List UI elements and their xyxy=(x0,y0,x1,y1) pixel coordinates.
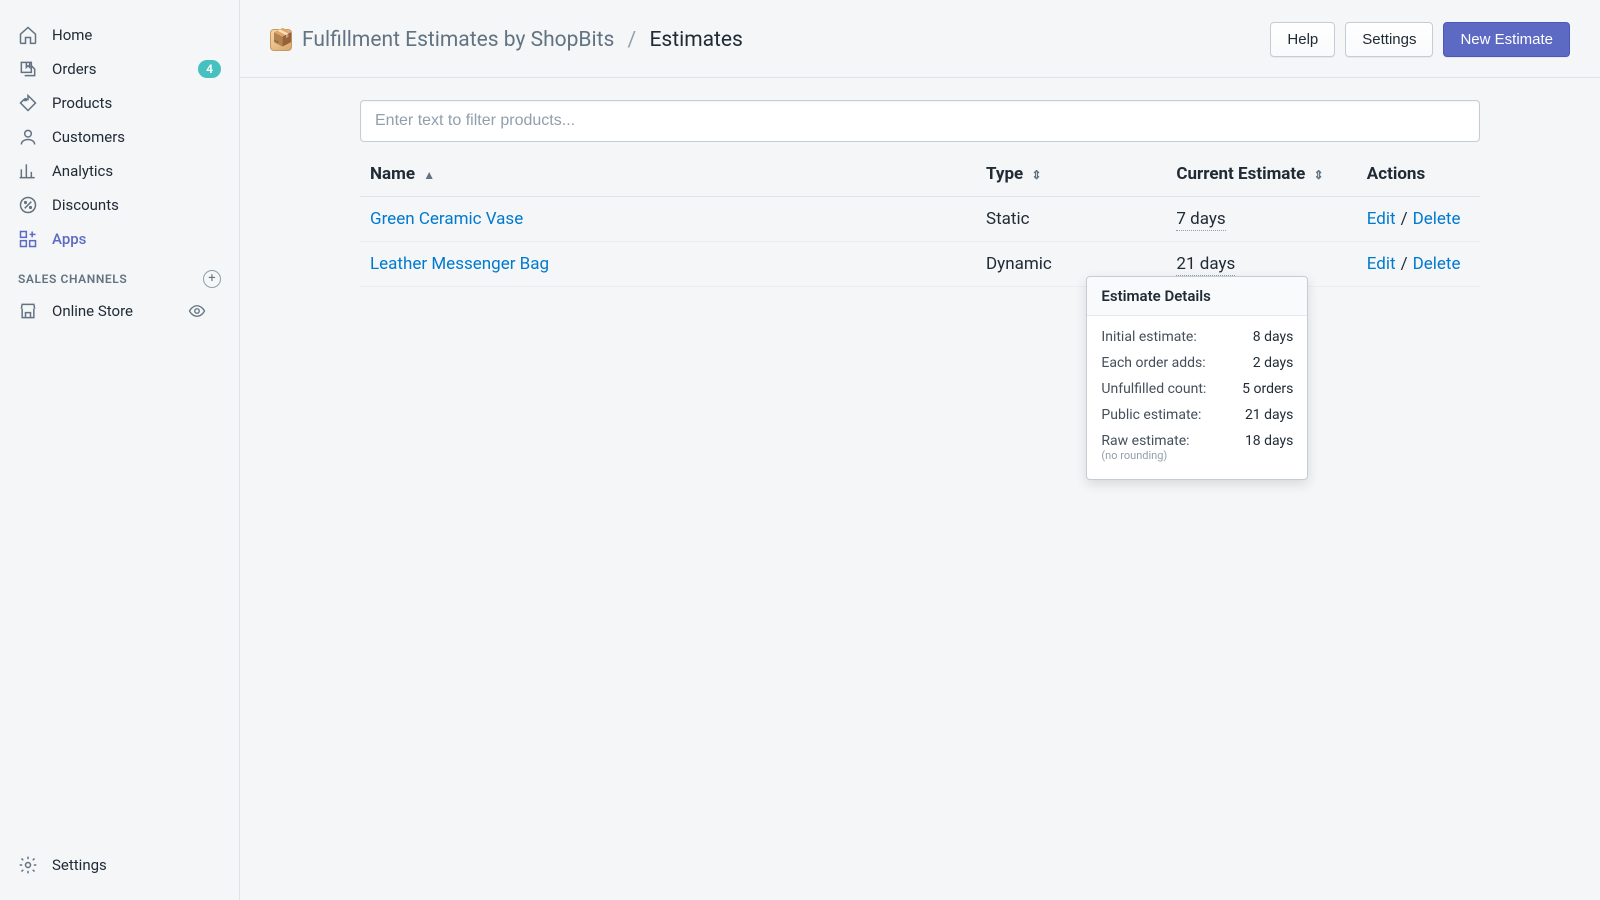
tag-icon xyxy=(18,93,38,113)
filter-input[interactable] xyxy=(360,100,1480,142)
topbar: Fulfillment Estimates by ShopBits / Esti… xyxy=(240,0,1600,78)
discount-icon xyxy=(18,195,38,215)
sort-icon: ⇕ xyxy=(1031,168,1041,182)
sidebar-item-label: Discounts xyxy=(52,196,119,214)
main: Fulfillment Estimates by ShopBits / Esti… xyxy=(240,0,1600,900)
orders-icon xyxy=(18,59,38,79)
table-row: Green Ceramic Vase Static 7 days Edit/De… xyxy=(360,197,1480,242)
edit-link[interactable]: Edit xyxy=(1367,254,1396,274)
estimate-value[interactable]: 7 days xyxy=(1176,209,1225,231)
sidebar-item-settings[interactable]: Settings xyxy=(0,848,239,882)
edit-link[interactable]: Edit xyxy=(1367,209,1396,229)
breadcrumb-app[interactable]: Fulfillment Estimates by ShopBits xyxy=(302,28,614,52)
sidebar-item-label: Analytics xyxy=(52,162,113,180)
gear-icon xyxy=(18,855,38,875)
channels-heading: SALES CHANNELS xyxy=(18,272,127,286)
breadcrumb-page: Estimates xyxy=(649,28,742,52)
sidebar-item-discounts[interactable]: Discounts xyxy=(0,188,239,222)
sidebar: Home Orders 4 Products Customers Analyti… xyxy=(0,0,240,900)
sidebar-item-analytics[interactable]: Analytics xyxy=(0,154,239,188)
sidebar-item-label: Home xyxy=(52,26,92,44)
add-channel-icon[interactable] xyxy=(203,270,221,288)
sidebar-item-orders[interactable]: Orders 4 xyxy=(0,52,239,86)
package-icon xyxy=(270,29,292,51)
help-button[interactable]: Help xyxy=(1270,22,1335,57)
breadcrumb: Fulfillment Estimates by ShopBits / Esti… xyxy=(302,28,743,52)
sidebar-item-label: Orders xyxy=(52,60,97,78)
person-icon xyxy=(18,127,38,147)
sidebar-item-apps[interactable]: Apps xyxy=(0,222,239,256)
sort-asc-icon: ▲ xyxy=(423,168,435,182)
delete-link[interactable]: Delete xyxy=(1413,209,1461,229)
col-header-actions: Actions xyxy=(1357,152,1480,197)
sidebar-item-products[interactable]: Products xyxy=(0,86,239,120)
sidebar-item-label: Settings xyxy=(52,856,107,874)
sidebar-item-home[interactable]: Home xyxy=(0,18,239,52)
sidebar-item-label: Products xyxy=(52,94,112,112)
apps-icon xyxy=(18,229,38,249)
estimate-tooltip: Estimate Details Initial estimate:8 days… xyxy=(1086,276,1308,480)
bar-chart-icon xyxy=(18,161,38,181)
table-row: Leather Messenger Bag Dynamic 21 days Es… xyxy=(360,242,1480,287)
sidebar-item-online-store[interactable]: Online Store xyxy=(0,294,239,328)
settings-button[interactable]: Settings xyxy=(1345,22,1433,57)
product-link[interactable]: Leather Messenger Bag xyxy=(370,254,549,274)
col-header-estimate[interactable]: Current Estimate ⇕ xyxy=(1166,152,1356,197)
store-icon xyxy=(18,301,38,321)
new-estimate-button[interactable]: New Estimate xyxy=(1443,22,1570,57)
type-cell: Static xyxy=(976,197,1166,242)
sidebar-item-label: Apps xyxy=(52,230,86,248)
orders-badge: 4 xyxy=(198,60,221,78)
home-icon xyxy=(18,25,38,45)
eye-icon[interactable] xyxy=(187,301,207,321)
delete-link[interactable]: Delete xyxy=(1413,254,1461,274)
sidebar-item-label: Online Store xyxy=(52,302,133,320)
sidebar-item-label: Customers xyxy=(52,128,125,146)
product-link[interactable]: Green Ceramic Vase xyxy=(370,209,523,229)
col-header-type[interactable]: Type ⇕ xyxy=(976,152,1166,197)
col-header-name[interactable]: Name ▲ xyxy=(360,152,976,197)
estimates-table: Name ▲ Type ⇕ Current Estimate ⇕ Actions… xyxy=(360,152,1480,287)
estimate-value[interactable]: 21 days xyxy=(1176,254,1235,276)
sidebar-item-customers[interactable]: Customers xyxy=(0,120,239,154)
sort-icon: ⇕ xyxy=(1314,168,1324,182)
tooltip-title: Estimate Details xyxy=(1087,277,1307,316)
